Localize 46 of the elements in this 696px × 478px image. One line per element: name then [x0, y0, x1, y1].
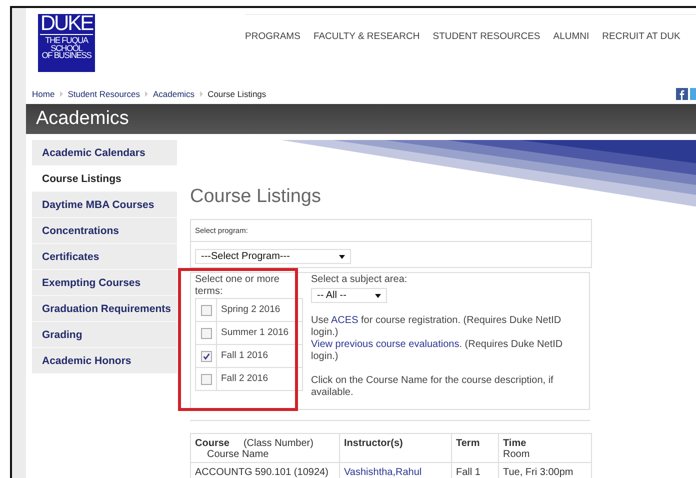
info-text: Click on the Course Name for the course description, if available. [311, 375, 554, 399]
terms-label: Select one or more terms: [195, 274, 280, 298]
nav-link[interactable]: PROGRAMS [245, 31, 300, 51]
school-logo[interactable]: DUKE THE FUQUA SCHOOL OF BUSINESS [38, 14, 95, 72]
sidebar-item[interactable]: Concentrations [32, 218, 177, 244]
page-title: Course Listings [190, 185, 321, 209]
link[interactable]: ACES [331, 315, 358, 326]
checkbox[interactable] [200, 374, 212, 384]
subject-label: Select a subject area: [311, 274, 408, 286]
breadcrumb-separator [200, 91, 203, 97]
nav-link[interactable]: RECRUIT AT DUK [602, 31, 680, 51]
column-header: Time Room [498, 434, 592, 462]
term-label: Spring 2 2016 [220, 303, 280, 317]
sidebar-item[interactable]: Academic Honors [32, 348, 177, 374]
column-header: Instructor(s) [340, 434, 452, 462]
nav-link[interactable]: FACULTY & RESEARCH [313, 31, 420, 51]
term-label: Fall 1 2016 [220, 349, 268, 363]
breadcrumb-link[interactable]: Course Listings [208, 89, 266, 99]
section-title: Academics [36, 108, 129, 130]
info-text: View previous course evaluations. (Requires Duke NetID login.) [311, 339, 564, 363]
column-header: Course (Class Number) Course Name [190, 434, 340, 462]
term-label: Fall 2 2016 [220, 372, 268, 386]
breadcrumb-separator [144, 91, 148, 97]
nav-link[interactable]: STUDENT RESOURCES [432, 31, 540, 51]
sidebar-item[interactable]: Certificates [32, 244, 177, 270]
checkbox[interactable] [200, 328, 212, 338]
breadcrumb-link[interactable]: Home [32, 89, 55, 99]
breadcrumb-separator [60, 91, 63, 97]
link[interactable]: View previous course evaluations [311, 339, 460, 350]
facebook-icon[interactable] [676, 88, 688, 100]
sidebar-item[interactable]: Course Listings [32, 166, 177, 192]
info-text: Use ACES for course registration. (Requires Duke NetID login.) [311, 315, 562, 339]
checkbox[interactable] [200, 350, 212, 362]
breadcrumb-link[interactable]: Academics [152, 89, 195, 99]
checkbox[interactable] [200, 304, 212, 316]
program-dropdown[interactable]: ---Select Program--- [195, 249, 351, 264]
sidebar-item[interactable]: Graduation Requirements [32, 296, 177, 322]
sidebar-item[interactable]: Grading [32, 322, 177, 348]
sidebar-item[interactable]: Daytime MBA Courses [32, 192, 177, 218]
breadcrumb-link[interactable]: Student Resources [68, 89, 140, 99]
nav-link[interactable]: ALUMNI [553, 31, 590, 51]
sidebar-item[interactable]: Exempting Courses [32, 270, 177, 296]
column-header: Term [452, 434, 498, 462]
term-label: Summer 1 2016 [220, 326, 289, 340]
table-cell: ACCOUNTG 590.101 (10924) [190, 462, 340, 478]
subject-dropdown[interactable]: -- All -- [311, 288, 387, 303]
